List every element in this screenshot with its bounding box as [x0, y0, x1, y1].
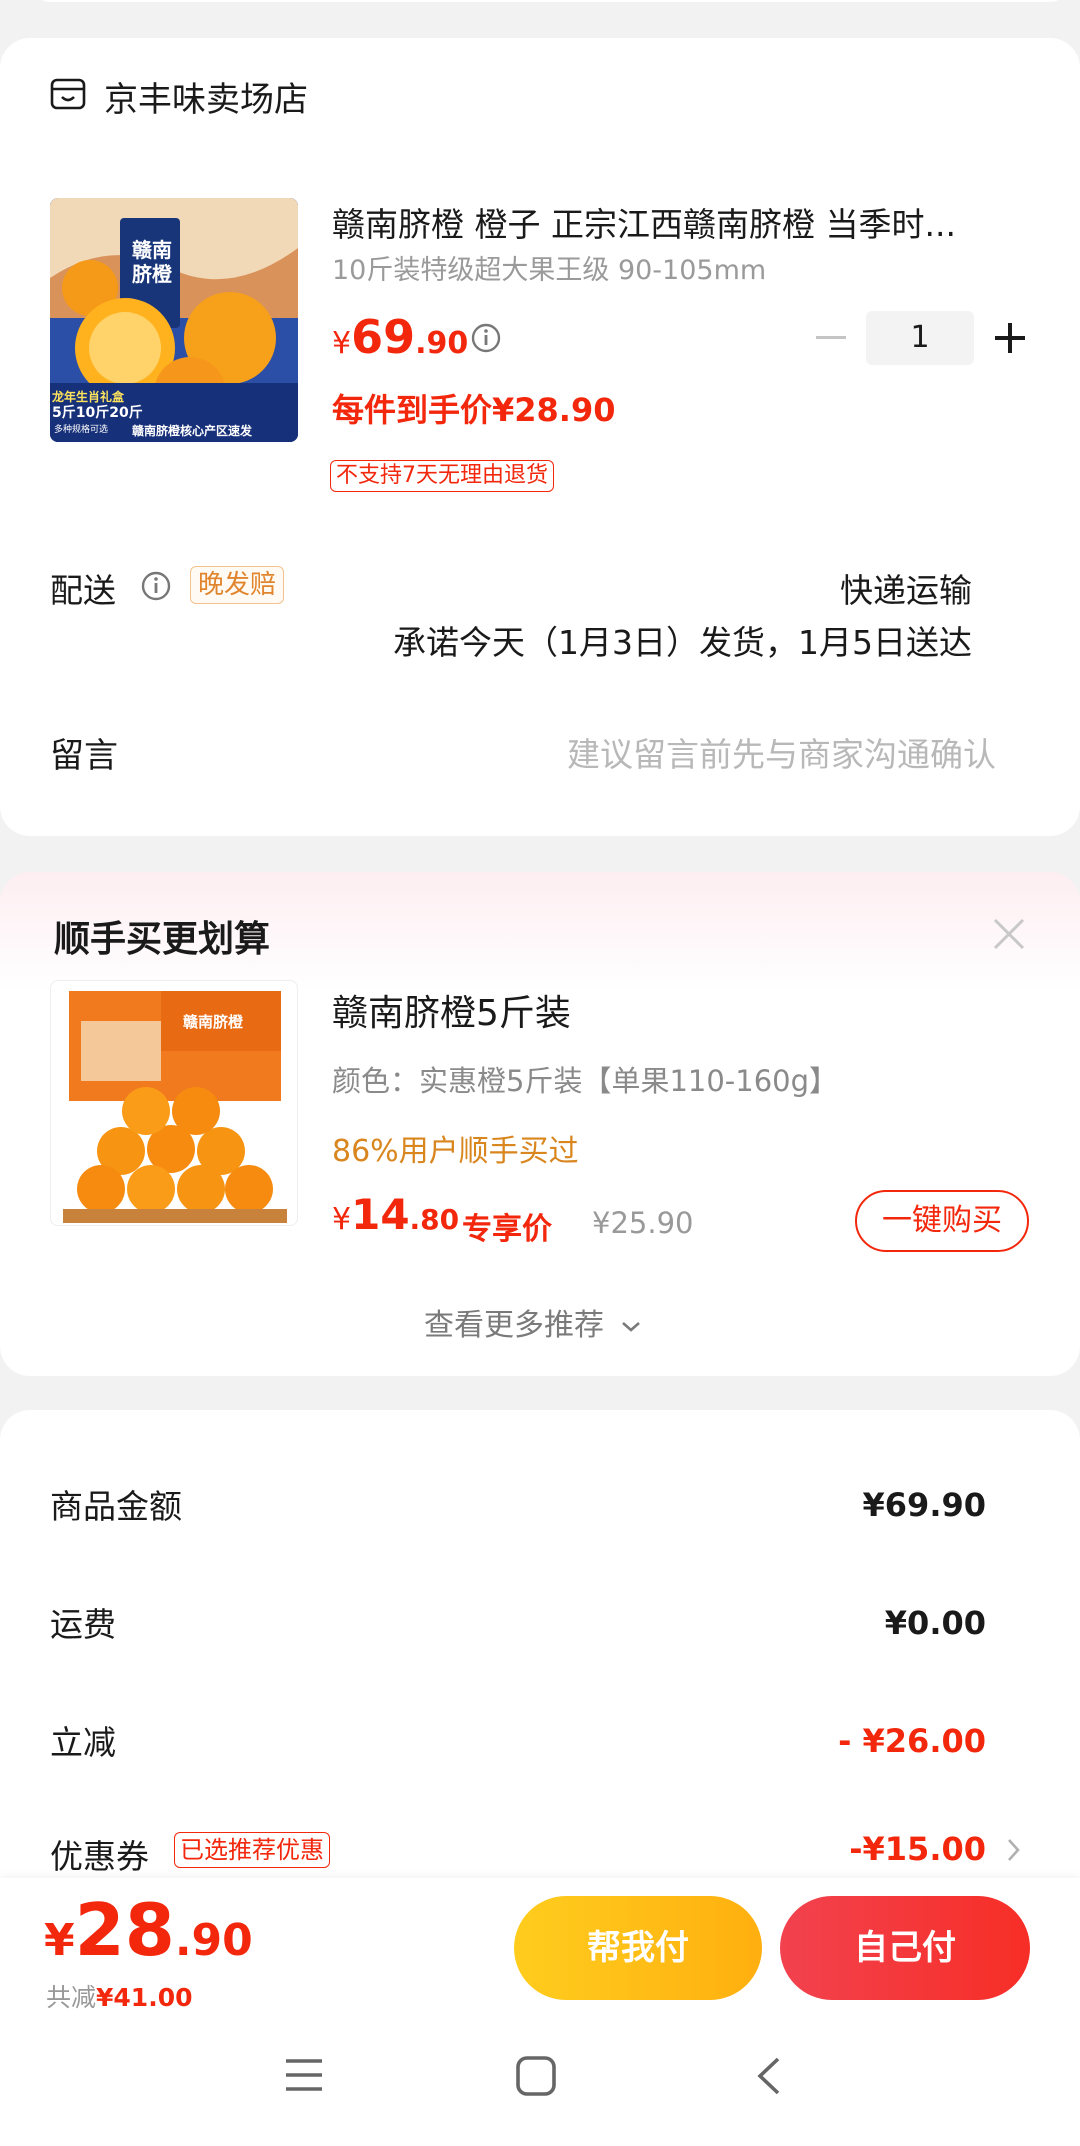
message-input[interactable]: 建议留言前先与商家沟通确认 [567, 728, 996, 776]
coupon-value[interactable]: -¥15.00 [849, 1830, 986, 1868]
image-brand-text: 赣南脐橙 [132, 238, 172, 286]
total-price-decimal: .90 [174, 1915, 253, 1966]
price-symbol: ¥ [332, 326, 352, 361]
product-title[interactable]: 赣南脐橙 橙子 正宗江西赣南脐橙 当季时... [332, 198, 1022, 246]
orange-crate-illustration [63, 991, 287, 1223]
price-integer: 69 [351, 310, 416, 364]
home-nav-icon[interactable] [514, 2055, 558, 2097]
delivery-promise: 承诺今天（1月3日）发货，1月5日送达 [393, 623, 972, 662]
shipping-value: ¥0.00 [884, 1604, 986, 1642]
final-unit-price: 每件到手价¥28.90 [332, 391, 616, 429]
quantity-increase-button[interactable] [990, 310, 1030, 366]
help-pay-button[interactable]: 帮我付 [514, 1896, 762, 2000]
quantity-decrease-button[interactable] [812, 310, 852, 366]
price-decimal: .90 [415, 326, 469, 361]
image-badge-line-4: 赣南脐橙核心产区速发 [132, 424, 253, 438]
message-label: 留言 [50, 736, 118, 776]
recommend-image-brand: 赣南脐橙 [183, 1013, 244, 1031]
image-badge-line-3: 多种规格可选 [54, 425, 109, 435]
coupon-recommended-tag: 已选推荐优惠 [174, 1832, 330, 1868]
recommend-item-social-proof: 86%用户顺手买过 [332, 1134, 579, 1169]
product-image[interactable]: 赣南脐橙 龙年生肖礼盒 5斤10斤20斤 多种规格可选 赣南脐橙核心产区速发 [50, 198, 298, 442]
delivery-info-icon[interactable] [140, 570, 172, 602]
chevron-right-icon[interactable] [1006, 1836, 1022, 1864]
close-icon[interactable] [990, 915, 1028, 953]
recommend-price-integer: 14 [351, 1190, 410, 1239]
late-delivery-compensation-tag[interactable]: 晚发赔 [190, 566, 285, 604]
store-name[interactable]: 京丰味卖场店 [104, 72, 308, 121]
recommend-item-title[interactable]: 赣南脐橙5斤装 [332, 984, 571, 1036]
subtotal-label: 商品金额 [50, 1487, 182, 1526]
chevron-down-icon [621, 1321, 640, 1332]
previous-card-edge [30, 0, 1070, 2]
recommend-title: 顺手买更划算 [54, 919, 271, 960]
product-price: ¥69.90 [332, 310, 468, 364]
self-pay-button[interactable]: 自己付 [780, 1896, 1030, 2000]
recommend-item-price: ¥14.80 [332, 1190, 459, 1239]
exclusive-price-label: 专享价 [462, 1212, 552, 1247]
one-click-buy-button[interactable]: 一键购买 [855, 1190, 1029, 1252]
total-discount-label: 共减 [46, 1983, 97, 2012]
delivery-method[interactable]: 快递运输 [840, 564, 972, 612]
image-badge-line-2: 5斤10斤20斤 [52, 405, 143, 421]
total-price-integer: 28 [74, 1888, 175, 1972]
recommend-item-image[interactable]: 赣南脐橙 [50, 980, 298, 1226]
price-info-icon[interactable] [470, 322, 502, 354]
instant-discount-label: 立减 [50, 1723, 116, 1762]
quantity-input[interactable]: 1 [866, 311, 974, 365]
menu-nav-icon[interactable] [282, 2055, 326, 2095]
delivery-label: 配送 [50, 571, 116, 610]
recommend-original-price: ¥25.90 [592, 1206, 694, 1240]
store-icon [50, 78, 86, 110]
product-spec[interactable]: 10斤装特级超大果王级 90-105mm [332, 248, 766, 287]
no-return-tag: 不支持7天无理由退货 [330, 460, 554, 492]
instant-discount-value: - ¥26.00 [838, 1722, 986, 1760]
total-discount-value: ¥41.00 [96, 1983, 193, 2012]
subtotal-value: ¥69.90 [862, 1486, 986, 1524]
shipping-label: 运费 [50, 1605, 116, 1644]
more-recommend-label: 查看更多推荐 [424, 1308, 604, 1343]
recommend-price-decimal: .80 [409, 1203, 460, 1236]
back-nav-icon[interactable] [754, 2055, 784, 2097]
recommend-price-symbol: ¥ [332, 1202, 352, 1237]
total-price: ¥28.90 [44, 1888, 253, 1972]
total-discount: 共减¥41.00 [46, 1978, 193, 2014]
more-recommend-link[interactable]: 查看更多推荐 [424, 1300, 642, 1344]
total-price-symbol: ¥ [44, 1915, 75, 1966]
recommend-item-spec[interactable]: 颜色：实惠橙5斤装【单果110-160g】 [332, 1058, 838, 1100]
coupon-label: 优惠券 [50, 1837, 149, 1876]
